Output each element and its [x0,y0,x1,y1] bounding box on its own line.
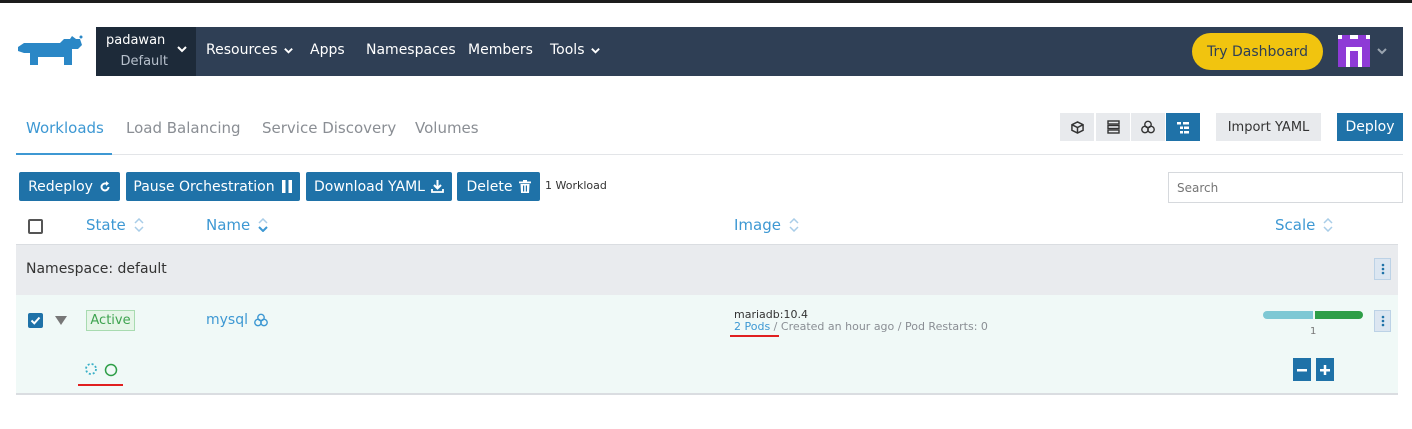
annotation-underline [78,384,123,386]
image-meta: 2 Pods / Created an hour ago / Pod Resta… [734,320,988,333]
sort-icon [1323,218,1333,232]
scale-ready-segment [1315,311,1363,319]
workload-name-link[interactable]: mysql [206,312,268,328]
column-header-name[interactable]: Name [206,216,268,234]
chevron-down-icon[interactable] [1376,45,1388,57]
sort-icon [789,218,799,232]
redeploy-button[interactable]: Redeploy [19,172,120,201]
minus-icon [1297,368,1307,371]
table-row [16,295,1398,395]
redo-icon [100,180,110,191]
pause-orchestration-button[interactable]: Pause Orchestration [126,172,300,201]
delete-button[interactable]: Delete [457,172,540,201]
scale-down-button[interactable] [1293,358,1311,381]
select-all-checkbox[interactable] [28,219,43,234]
status-badge: Active [86,310,135,331]
column-header-scale[interactable]: Scale [1275,216,1333,234]
sort-desc-icon [258,218,268,232]
top-navbar: padawan Default Resources Apps Namespace… [96,27,1403,76]
namespace-actions-button[interactable] [1374,258,1391,280]
namespace-group-label: Namespace: default [26,261,167,277]
deploy-button[interactable]: Deploy [1337,113,1403,141]
import-yaml-button[interactable]: Import YAML [1216,113,1321,141]
scale-up-button[interactable] [1316,358,1334,381]
nav-namespaces[interactable]: Namespaces [366,42,456,58]
cube-icon [1070,120,1084,134]
tab-volumes[interactable]: Volumes [415,119,479,137]
column-header-state[interactable]: State [86,216,144,234]
column-header-image[interactable]: Image [734,216,799,234]
chevron-down-icon [177,46,187,53]
namespace-group-row: Namespace: default [16,244,1398,295]
tab-service-discovery[interactable]: Service Discovery [262,119,396,137]
try-dashboard-button[interactable]: Try Dashboard [1192,33,1323,70]
user-avatar[interactable] [1338,35,1370,67]
download-yaml-button[interactable]: Download YAML [306,172,452,201]
list-icon [1106,120,1120,134]
scale-pending-segment [1263,311,1313,319]
rancher-logo[interactable] [16,35,84,71]
project-switcher[interactable]: padawan Default [96,27,196,76]
workload-count: 1 Workload [545,179,607,192]
pod-running-icon[interactable] [104,363,118,377]
sort-icon [134,218,144,232]
tree-icon [1177,121,1189,133]
workload-actions-button[interactable] [1374,310,1391,332]
window-top-border [0,0,1412,3]
trash-icon [518,180,531,193]
tab-workloads[interactable]: Workloads [26,119,104,137]
pods-link[interactable]: 2 Pods [734,320,770,333]
view-list-button[interactable] [1096,113,1130,141]
pause-icon [281,180,292,193]
plus-icon [1320,364,1330,375]
kebab-icon [1381,263,1384,275]
nav-tools[interactable]: Tools [550,42,601,58]
search-input[interactable] [1168,172,1403,203]
check-icon [30,316,41,325]
view-tree-button[interactable] [1166,113,1200,141]
scale-value: 1 [1310,326,1317,337]
pod-pending-icon[interactable] [85,363,97,375]
tab-load-balancing[interactable]: Load Balancing [126,119,241,137]
groups-icon [1141,120,1155,134]
view-groups-button[interactable] [1131,113,1165,141]
chevron-down-icon [590,47,600,54]
active-tab-indicator [16,153,112,155]
row-checkbox[interactable] [28,313,43,328]
annotation-underline [730,335,779,337]
nav-members[interactable]: Members [468,42,533,58]
view-flat-button[interactable] [1060,113,1094,141]
scale-progress-bar [1263,311,1363,319]
expand-caret-icon[interactable] [55,316,67,326]
workload-group-icon [254,313,268,327]
kebab-icon [1381,315,1384,327]
namespace-name: Default [120,54,169,69]
project-name: padawan [106,33,166,48]
nav-resources[interactable]: Resources [206,42,294,58]
chevron-down-icon [283,47,293,54]
nav-apps[interactable]: Apps [310,42,345,58]
download-icon [431,180,444,193]
